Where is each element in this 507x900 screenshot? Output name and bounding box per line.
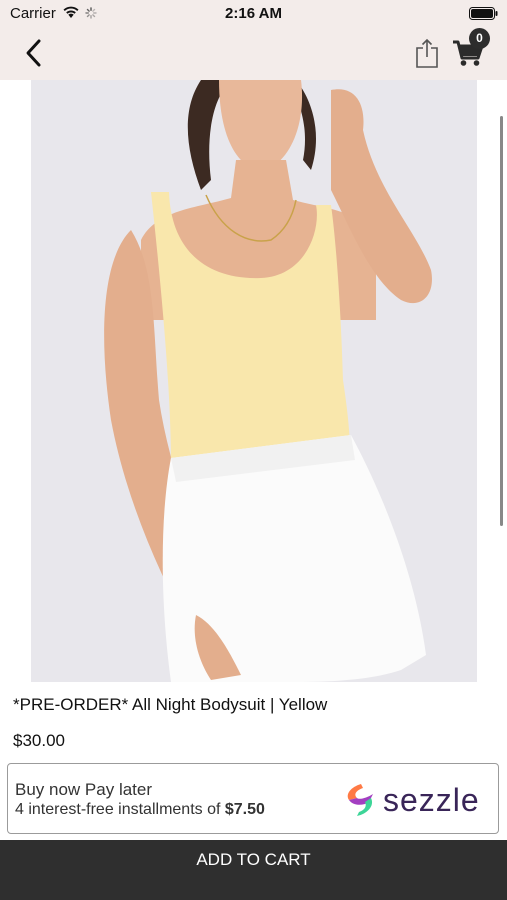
scroll-indicator — [500, 116, 503, 526]
sezzle-headline: Buy now Pay later — [15, 780, 153, 799]
product-title: *PRE-ORDER* All Night Bodysuit | Yellow — [13, 695, 328, 714]
battery-icon — [469, 7, 498, 20]
cart-button[interactable]: 0 — [452, 28, 496, 72]
product-image[interactable] — [31, 80, 477, 682]
product-photo — [31, 80, 477, 682]
status-time: 2:16 AM — [225, 5, 282, 22]
sezzle-logo-icon — [347, 784, 373, 816]
sezzle-promo[interactable]: Buy now Pay later 4 interest-free instal… — [7, 763, 499, 834]
sezzle-wordmark: sezzle — [383, 782, 480, 818]
cart-count-badge: 0 — [469, 28, 490, 49]
sezzle-installments: 4 interest-free installments of $7.50 — [15, 801, 265, 819]
back-button[interactable] — [18, 36, 52, 70]
add-to-cart-button[interactable]: ADD TO CART — [0, 840, 507, 900]
share-icon — [416, 38, 438, 68]
sezzle-installment-amount: $7.50 — [224, 801, 265, 818]
navigation-bar: 0 — [0, 28, 507, 80]
share-button[interactable] — [414, 36, 440, 70]
sezzle-installments-text: 4 interest-free installments of — [15, 801, 225, 818]
chevron-left-icon — [26, 39, 41, 67]
product-price: $30.00 — [13, 731, 65, 750]
status-bar: Carrier 2:16 AM — [0, 0, 507, 28]
